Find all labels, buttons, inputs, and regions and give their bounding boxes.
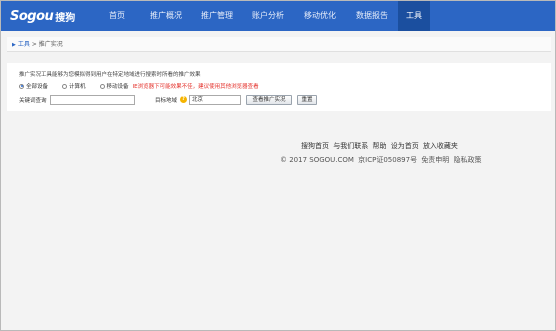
nav-item-tools[interactable]: 工具 xyxy=(398,1,430,31)
footer-link-favorite[interactable]: 放入收藏夹 xyxy=(423,142,458,150)
radio-unchecked-icon[interactable] xyxy=(99,83,105,89)
radio-unchecked-icon[interactable] xyxy=(62,83,68,89)
radio-mobile[interactable]: 移动设备 xyxy=(99,82,129,90)
icp-text[interactable]: 京ICP证050897号 xyxy=(358,156,417,164)
browser-frame: Sogou 搜狗 首页 推广概况 推广管理 账户分析 移动优化 数据报告 工具 … xyxy=(0,0,556,331)
nav-item-home[interactable]: 首页 xyxy=(94,1,140,31)
footer-link-help[interactable]: 帮助 xyxy=(372,142,386,150)
view-live-button[interactable]: 查看推广实况 xyxy=(246,95,292,105)
radio-computer[interactable]: 计算机 xyxy=(62,82,86,90)
nav-item-overview[interactable]: 推广概况 xyxy=(140,1,192,31)
radio-all-devices[interactable]: 全部设备 xyxy=(19,82,48,90)
reset-button[interactable]: 重置 xyxy=(297,95,317,105)
copyright-text: © 2017 SOGOU.COM xyxy=(280,156,354,164)
breadcrumb-root-link[interactable]: 工具 xyxy=(18,41,30,48)
logo-chinese: 搜狗 xyxy=(55,12,76,24)
radio-checked-icon[interactable] xyxy=(19,83,24,89)
tool-description: 推广实况工具能够为您模拟得到用户在特定地域进行搜索时所看的推广效果 xyxy=(19,72,201,78)
privacy-link[interactable]: 隐私政策 xyxy=(454,156,482,164)
disclaimer-link[interactable]: 免责申明 xyxy=(421,156,449,164)
region-input[interactable]: 北京 xyxy=(189,95,241,105)
browser-warning: IE浏览器下可能效果不佳，建议使用其他浏览器查看 xyxy=(132,84,259,90)
breadcrumb-arrow-icon: ▶ xyxy=(12,42,16,48)
keyword-label: 关键词查询 xyxy=(19,98,47,104)
radio-label: 计算机 xyxy=(69,84,86,90)
nav-item-management[interactable]: 推广管理 xyxy=(192,1,242,31)
logo-wordmark: Sogou xyxy=(10,8,54,24)
region-label: 目标地域 xyxy=(155,98,178,104)
footer-copyright: © 2017 SOGOU.COM 京ICP证050897号 免责申明 隐私政策 xyxy=(280,155,484,165)
footer-link-contact[interactable]: 与我们联系 xyxy=(333,142,368,150)
nav-item-mobile[interactable]: 移动优化 xyxy=(294,1,346,31)
nav-item-reports[interactable]: 数据报告 xyxy=(346,1,398,31)
top-navigation: Sogou 搜狗 首页 推广概况 推广管理 账户分析 移动优化 数据报告 工具 xyxy=(1,1,555,31)
footer-link-home[interactable]: 搜狗首页 xyxy=(301,142,329,150)
breadcrumb-current: 推广实况 xyxy=(38,41,63,48)
sogou-logo[interactable]: Sogou 搜狗 xyxy=(10,7,75,25)
keyword-input[interactable] xyxy=(50,95,135,105)
breadcrumb-separator: > xyxy=(31,41,37,48)
tool-panel: 推广实况工具能够为您模拟得到用户在特定地域进行搜索时所看的推广效果 全部设备 计… xyxy=(7,63,551,111)
help-icon[interactable]: ? xyxy=(180,96,187,103)
footer-link-sethome[interactable]: 设为首页 xyxy=(391,142,419,150)
radio-label: 移动设备 xyxy=(106,84,129,90)
device-radio-group: 全部设备 计算机 移动设备 IE浏览器下可能效果不佳，建议使用其他浏览器查看 xyxy=(19,82,259,90)
nav-item-analysis[interactable]: 账户分析 xyxy=(242,1,294,31)
breadcrumb: ▶ 工具 > 推广实况 xyxy=(7,37,551,52)
nav-items: 首页 推广概况 推广管理 账户分析 移动优化 数据报告 工具 xyxy=(94,1,430,31)
radio-label: 全部设备 xyxy=(26,84,49,90)
footer-links: 搜狗首页 与我们联系 帮助 设为首页 放入收藏夹 xyxy=(301,141,460,151)
